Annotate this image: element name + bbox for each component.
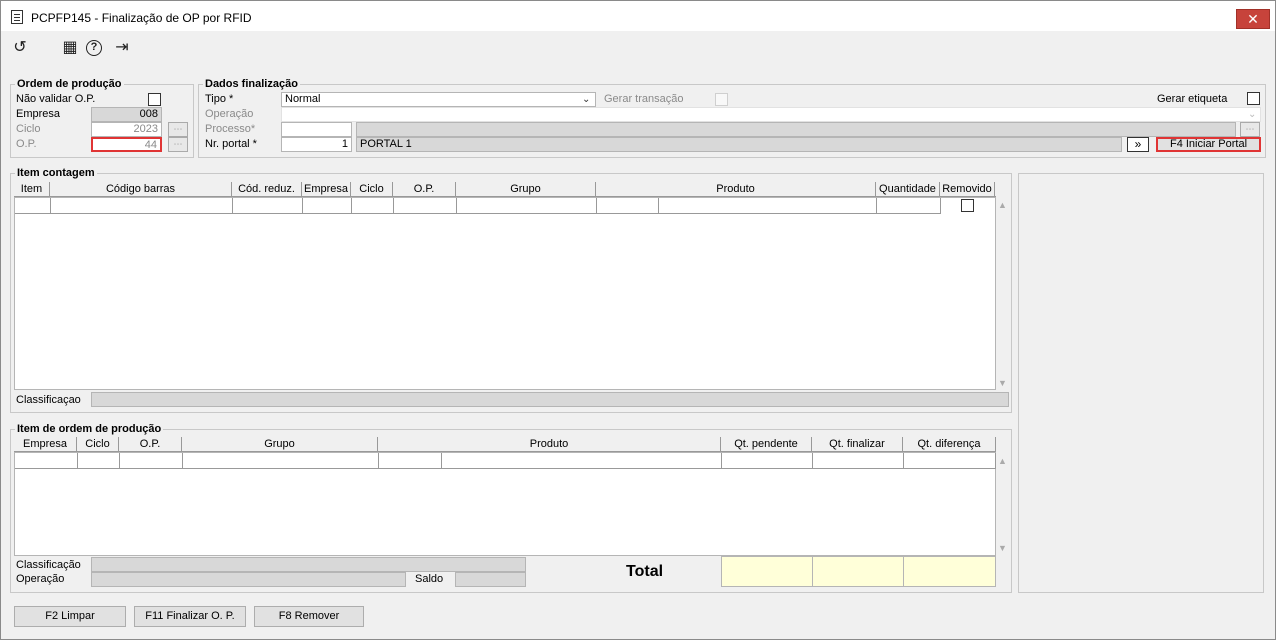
- col-item[interactable]: Item: [14, 182, 50, 197]
- close-button[interactable]: ✕: [1236, 9, 1270, 29]
- item-contagem-header: Item Código barras Cód. reduz. Empresa C…: [14, 182, 996, 197]
- total-qt-finalizar: [812, 556, 904, 587]
- processo-field[interactable]: [281, 122, 352, 137]
- iniciar-portal-button[interactable]: F4 Iniciar Portal: [1156, 137, 1261, 152]
- scroll-up-icon[interactable]: ▲: [998, 200, 1007, 210]
- gerar-transacao-checkbox[interactable]: [715, 93, 728, 106]
- col-codigo-barras[interactable]: Código barras: [50, 182, 232, 197]
- col-op-2[interactable]: O.P.: [119, 437, 182, 452]
- op-lookup-button[interactable]: ⋯: [168, 137, 188, 152]
- item-ordem-body[interactable]: [14, 452, 996, 556]
- col-ciclo[interactable]: Ciclo: [351, 182, 393, 197]
- processo-label: Processo*: [205, 123, 256, 135]
- col-qt-pendente[interactable]: Qt. pendente: [721, 437, 812, 452]
- op-label: O.P.: [16, 138, 37, 150]
- item-contagem-body[interactable]: [14, 197, 996, 390]
- tipo-select[interactable]: Normal: [281, 92, 596, 107]
- empresa-label: Empresa: [16, 108, 61, 120]
- window-title: PCPFP145 - Finalização de OP por RFID: [31, 11, 252, 25]
- col-qt-diferenca[interactable]: Qt. diferença: [903, 437, 996, 452]
- classificacao-label: Classificaçao: [16, 394, 81, 406]
- col-removido[interactable]: Removido: [940, 182, 995, 197]
- classificacao-field: [91, 392, 1009, 407]
- ciclo-lookup-button[interactable]: ⋯: [168, 122, 188, 137]
- classificacao-field-2: [91, 557, 526, 572]
- nao-validar-checkbox[interactable]: [148, 93, 161, 106]
- col-cod-reduz[interactable]: Cód. reduz.: [232, 182, 302, 197]
- remover-button[interactable]: F8 Remover: [254, 606, 364, 627]
- help-icon[interactable]: ?: [86, 40, 102, 56]
- gerar-etiqueta-label: Gerar etiqueta: [1157, 93, 1228, 105]
- portal-name-field: PORTAL 1: [356, 137, 1122, 152]
- removido-checkbox[interactable]: [961, 199, 974, 212]
- total-qt-pendente: [721, 556, 813, 587]
- nr-portal-label: Nr. portal *: [205, 138, 257, 150]
- calendar-icon[interactable]: ▦: [60, 38, 80, 58]
- col-empresa[interactable]: Empresa: [302, 182, 351, 197]
- finalizar-op-button[interactable]: F11 Finalizar O. P.: [134, 606, 246, 627]
- gerar-transacao-label: Gerar transação: [604, 93, 684, 105]
- title-bar: PCPFP145 - Finalização de OP por RFID ✕: [1, 1, 1275, 31]
- col-produto[interactable]: Produto: [596, 182, 876, 197]
- col-empresa-2[interactable]: Empresa: [14, 437, 77, 452]
- total-qt-diferenca: [903, 556, 996, 587]
- nr-portal-field[interactable]: 1: [281, 137, 352, 152]
- table-row[interactable]: [15, 198, 51, 214]
- col-op[interactable]: O.P.: [393, 182, 456, 197]
- empresa-field[interactable]: 008: [91, 107, 162, 122]
- table-row[interactable]: [15, 453, 78, 469]
- chevron-down-icon[interactable]: ⌄: [582, 93, 590, 106]
- tipo-label: Tipo *: [205, 93, 234, 105]
- col-grupo[interactable]: Grupo: [456, 182, 596, 197]
- item-ordem-header: Empresa Ciclo O.P. Grupo Produto Qt. pen…: [14, 437, 996, 452]
- col-grupo-2[interactable]: Grupo: [182, 437, 378, 452]
- item-contagem-title: Item contagem: [15, 167, 97, 179]
- ordem-producao-title: Ordem de produção: [15, 78, 124, 90]
- side-panel: [1018, 173, 1264, 593]
- classificacao-label-2: Classificação: [16, 559, 81, 571]
- nao-validar-label: Não validar O.P.: [16, 93, 96, 105]
- forward-icon[interactable]: »: [1127, 137, 1149, 152]
- operacao-label: Operação: [205, 108, 254, 120]
- processo-description: [356, 122, 1236, 137]
- operacao-field-2: [91, 572, 406, 587]
- document-icon: [11, 10, 23, 24]
- col-quantidade[interactable]: Quantidade: [876, 182, 940, 197]
- exit-icon[interactable]: ⇥: [112, 38, 132, 58]
- col-ciclo-2[interactable]: Ciclo: [77, 437, 119, 452]
- op-field[interactable]: 44: [91, 137, 162, 152]
- scroll-up-icon-2[interactable]: ▲: [998, 456, 1007, 466]
- ciclo-label: Ciclo: [16, 123, 41, 135]
- dados-finalizacao-title: Dados finalização: [203, 78, 300, 90]
- total-label: Total: [626, 563, 664, 580]
- gerar-etiqueta-checkbox[interactable]: [1247, 92, 1260, 105]
- limpar-button[interactable]: F2 Limpar: [14, 606, 126, 627]
- saldo-field: [455, 572, 526, 587]
- saldo-label: Saldo: [415, 573, 444, 585]
- scroll-down-icon-2[interactable]: ▼: [998, 543, 1007, 553]
- operacao-label-2: Operação: [16, 573, 65, 585]
- operacao-select[interactable]: [281, 107, 1261, 122]
- operacao-chevron-down-icon[interactable]: ⌄: [1248, 108, 1256, 121]
- scroll-down-icon[interactable]: ▼: [998, 378, 1007, 388]
- col-qt-finalizar[interactable]: Qt. finalizar: [812, 437, 903, 452]
- processo-lookup-button[interactable]: ⋯: [1240, 122, 1260, 137]
- col-produto-2[interactable]: Produto: [378, 437, 721, 452]
- item-ordem-title: Item de ordem de produção: [15, 423, 164, 435]
- undo-icon[interactable]: ↺: [10, 38, 30, 58]
- ciclo-field[interactable]: 2023: [91, 122, 162, 137]
